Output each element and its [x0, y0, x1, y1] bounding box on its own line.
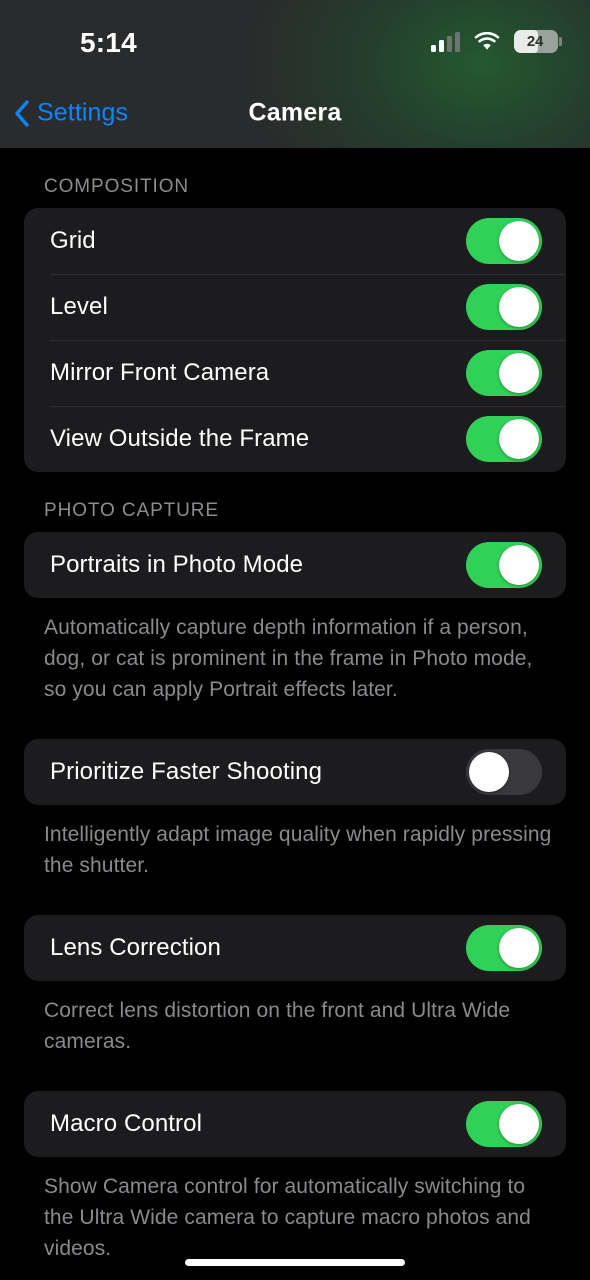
- setting-label: Prioritize Faster Shooting: [50, 758, 323, 785]
- lens-correction-card: Lens Correction: [24, 915, 566, 981]
- setting-row-lens-correction[interactable]: Lens Correction: [24, 915, 566, 981]
- wifi-icon: [474, 31, 500, 50]
- setting-row-prioritize-faster-shooting[interactable]: Prioritize Faster Shooting: [24, 739, 566, 805]
- toggle-lens-correction[interactable]: [466, 925, 542, 971]
- setting-row-macro-control[interactable]: Macro Control: [24, 1091, 566, 1157]
- setting-label: Lens Correction: [50, 934, 221, 961]
- toggle-prioritize-faster-shooting[interactable]: [466, 749, 542, 795]
- header: 5:14 24 Settings Camera: [0, 0, 590, 148]
- iphone-settings-screen: 5:14 24 Settings Camera COMPOSITION Grid…: [0, 0, 590, 1280]
- setting-label: Macro Control: [50, 1110, 203, 1137]
- setting-label: Mirror Front Camera: [50, 359, 270, 386]
- toggle-knob: [499, 353, 539, 393]
- portraits-in-photo-mode-card: Portraits in Photo Mode: [24, 532, 566, 598]
- status-bar: 5:14 24: [0, 0, 590, 78]
- toggle-view-outside-the-frame[interactable]: [466, 416, 542, 462]
- footnote-portraits-in-photo-mode: Automatically capture depth information …: [44, 616, 533, 701]
- page-title: Camera: [248, 98, 342, 127]
- composition-card: Grid Level Mirror Front Camera View Outs…: [24, 208, 566, 472]
- prioritize-faster-shooting-card: Prioritize Faster Shooting: [24, 739, 566, 805]
- setting-row-portraits-in-photo-mode[interactable]: Portraits in Photo Mode: [24, 532, 566, 598]
- battery-tip: [559, 37, 562, 46]
- navigation-bar: Settings Camera: [0, 78, 590, 148]
- macro-control-card: Macro Control: [24, 1091, 566, 1157]
- section-header-photo-capture: PHOTO CAPTURE: [44, 500, 219, 521]
- toggle-knob: [499, 545, 539, 585]
- toggle-knob: [499, 1104, 539, 1144]
- setting-row-view-outside-the-frame[interactable]: View Outside the Frame: [24, 406, 566, 472]
- toggle-level[interactable]: [466, 284, 542, 330]
- status-bar-time: 5:14: [80, 27, 137, 58]
- footnote-lens-correction: Correct lens distortion on the front and…: [44, 999, 511, 1053]
- setting-label: Level: [50, 293, 108, 320]
- setting-row-grid[interactable]: Grid: [24, 208, 566, 274]
- setting-label: View Outside the Frame: [50, 425, 310, 452]
- section-header-composition: COMPOSITION: [44, 176, 190, 197]
- toggle-knob: [499, 221, 539, 261]
- toggle-knob: [499, 928, 539, 968]
- footnote-macro-control: Show Camera control for automatically sw…: [44, 1175, 531, 1260]
- setting-label: Portraits in Photo Mode: [50, 551, 304, 578]
- cellular-signal-icon: [431, 31, 460, 52]
- battery-icon: 24: [514, 30, 562, 53]
- setting-label: Grid: [50, 227, 96, 254]
- toggle-mirror-front-camera[interactable]: [466, 350, 542, 396]
- toggle-knob: [499, 419, 539, 459]
- toggle-portraits-in-photo-mode[interactable]: [466, 542, 542, 588]
- settings-content: COMPOSITION Grid Level Mirror Front Came…: [0, 148, 590, 1280]
- home-indicator[interactable]: [185, 1259, 405, 1266]
- footnote-prioritize-faster-shooting: Intelligently adapt image quality when r…: [44, 823, 552, 877]
- battery-percent-label: 24: [526, 33, 544, 50]
- status-bar-icons: 24: [431, 30, 562, 53]
- toggle-grid[interactable]: [466, 218, 542, 264]
- setting-row-mirror-front-camera[interactable]: Mirror Front Camera: [24, 340, 566, 406]
- toggle-macro-control[interactable]: [466, 1101, 542, 1147]
- toggle-knob: [499, 287, 539, 327]
- toggle-knob: [469, 752, 509, 792]
- setting-row-level[interactable]: Level: [24, 274, 566, 340]
